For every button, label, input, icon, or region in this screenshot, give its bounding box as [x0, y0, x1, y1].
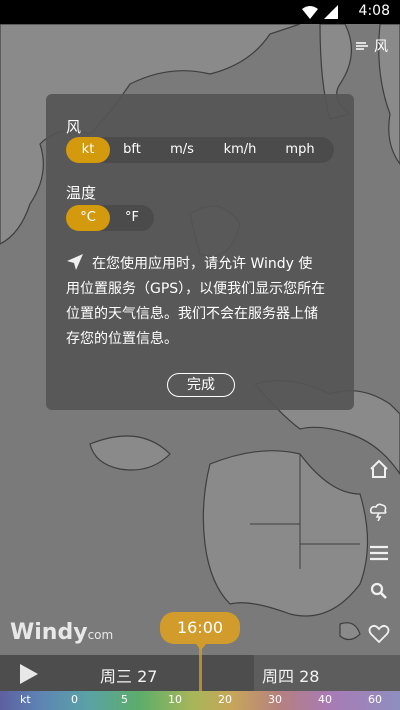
wind-layer-icon [356, 42, 368, 50]
temp-unit-c[interactable]: °C [66, 205, 110, 231]
legend-value: 30 [268, 693, 282, 706]
temp-unit-f[interactable]: °F [110, 205, 154, 231]
status-time: 4:08 [358, 3, 390, 19]
logo-suffix: com [87, 628, 114, 642]
legend-value: 20 [218, 693, 232, 706]
location-arrow-icon [67, 254, 83, 270]
wind-speed-legend: kt 0 5 10 20 30 40 60 [0, 691, 400, 710]
wind-units-label: 风 [66, 118, 82, 136]
layer-indicator[interactable]: 风 [356, 36, 388, 56]
timeline-marker[interactable] [199, 646, 202, 691]
storm-cloud-icon [369, 503, 387, 521]
search-button[interactable] [368, 580, 390, 602]
timeline-day1[interactable]: 周三 27 [100, 663, 157, 687]
heart-icon [368, 624, 390, 644]
done-button[interactable]: 完成 [167, 373, 235, 397]
battery-icon [324, 5, 338, 19]
legend-value: 5 [121, 693, 128, 706]
weather-radar-button[interactable] [368, 500, 390, 522]
wind-unit-kt[interactable]: kt [66, 137, 110, 163]
wind-unit-kmh[interactable]: km/h [210, 137, 270, 163]
wind-unit-selector: kt bft m/s km/h mph [66, 137, 334, 163]
legend-value: 0 [71, 693, 78, 706]
status-icons [302, 5, 338, 19]
gps-permission-message: 在您使用应用时，请允许 Windy 使用位置服务（GPS），以便我们显示您所在位… [66, 252, 326, 352]
wind-unit-mph[interactable]: mph [270, 137, 330, 163]
menu-button[interactable] [368, 542, 390, 564]
menu-icon [370, 545, 388, 561]
status-bar: 4:08 [0, 0, 400, 24]
windy-logo: Windycom [10, 620, 113, 645]
current-time-bubble[interactable]: 16:00 [160, 612, 240, 644]
home-button[interactable] [368, 458, 390, 480]
logo-text: Windy [10, 620, 88, 645]
legend-value: 10 [168, 693, 182, 706]
legend-unit: kt [20, 693, 31, 706]
temperature-units-label: 温度 [66, 184, 97, 202]
wifi-icon [302, 5, 318, 19]
timeline-day2[interactable]: 周四 28 [262, 663, 319, 687]
home-icon [370, 459, 388, 478]
layer-label: 风 [374, 39, 388, 55]
temperature-unit-selector: °C °F [66, 205, 154, 231]
search-icon [370, 582, 387, 599]
wind-unit-ms[interactable]: m/s [154, 137, 210, 163]
favorites-button[interactable] [368, 623, 390, 645]
settings-dialog: 风 kt bft m/s km/h mph 温度 °C °F 在您使用应用时，请… [46, 94, 354, 410]
legend-value: 40 [318, 693, 332, 706]
play-button[interactable] [20, 664, 38, 684]
legend-value: 60 [368, 693, 382, 706]
wind-unit-bft[interactable]: bft [110, 137, 154, 163]
gps-message-text: 在您使用应用时，请允许 Windy 使用位置服务（GPS），以便我们显示您所在位… [66, 256, 326, 347]
